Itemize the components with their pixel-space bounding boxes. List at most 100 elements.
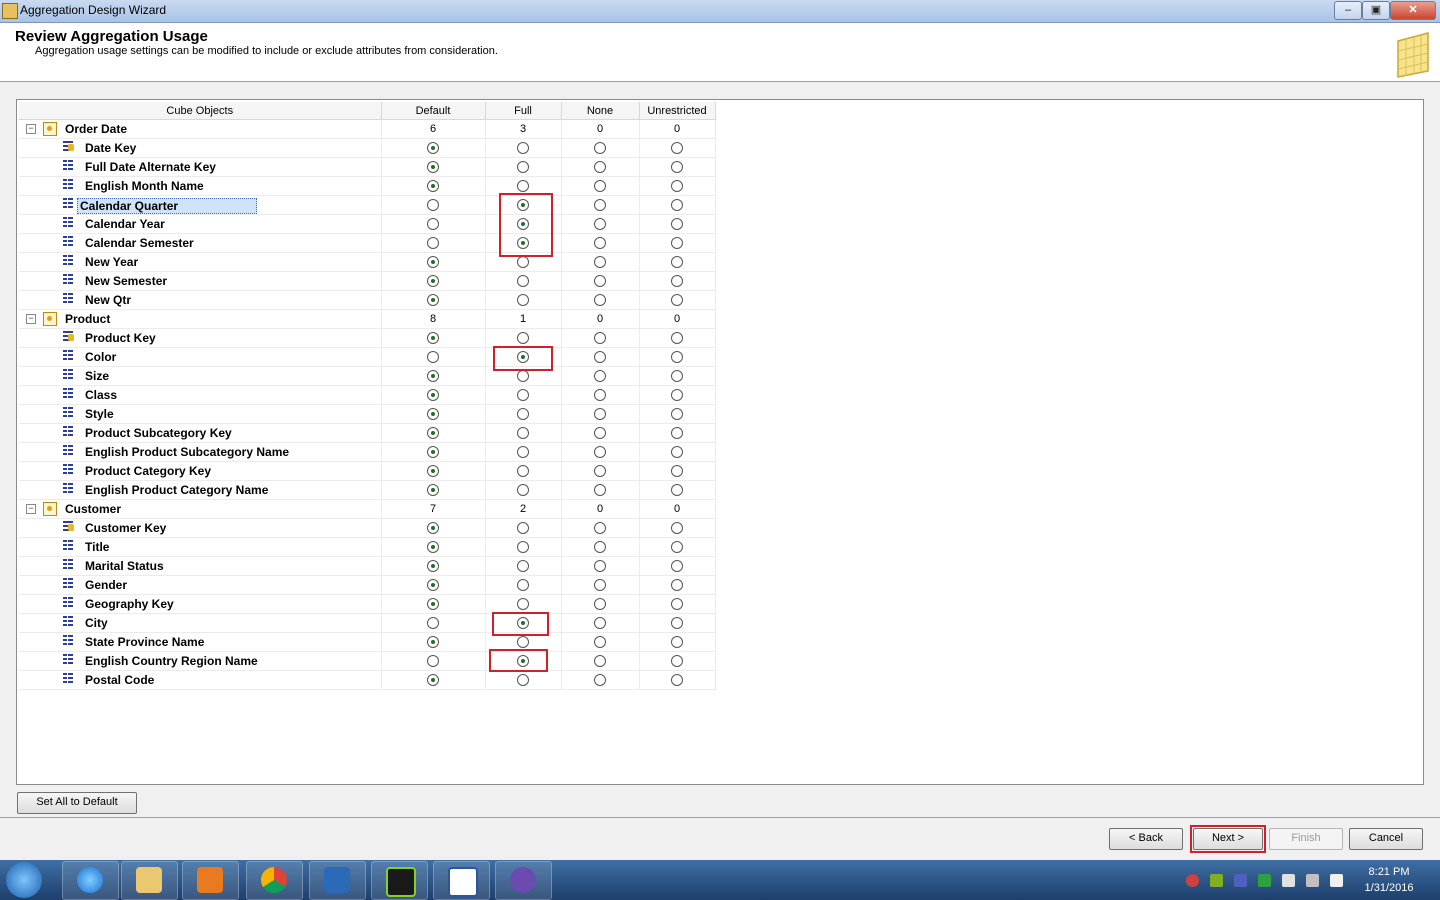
radio-none[interactable] [594,218,606,231]
radio-unrestricted[interactable] [671,446,683,459]
attribute-row-english-country-region-name[interactable]: English Country Region Name [19,651,716,671]
radio-full[interactable] [517,674,529,687]
attribute-row-calendar-quarter[interactable]: Calendar Quarter [19,195,716,215]
radio-none[interactable] [594,332,606,345]
radio-unrestricted[interactable] [671,332,683,345]
radio-unrestricted[interactable] [671,161,683,174]
set-all-default-button[interactable]: Set All to Default [17,792,137,814]
close-button[interactable]: ✕ [1390,1,1436,20]
radio-default[interactable] [427,465,439,478]
radio-default[interactable] [427,636,439,649]
radio-none[interactable] [594,237,606,250]
radio-unrestricted[interactable] [671,674,683,687]
attribute-row-calendar-year[interactable]: Calendar Year [19,214,716,234]
media-player-icon[interactable] [182,861,239,900]
radio-full[interactable] [517,522,529,535]
attribute-row-geography-key[interactable]: Geography Key [19,594,716,614]
file-explorer-icon[interactable] [121,861,178,900]
radio-unrestricted[interactable] [671,636,683,649]
radio-full[interactable] [517,484,529,497]
visual-studio-icon[interactable] [495,861,552,900]
radio-default[interactable] [427,351,439,364]
radio-default[interactable] [427,199,439,212]
column-header-full[interactable]: Full [485,102,562,120]
start-orb[interactable] [6,862,42,898]
radio-unrestricted[interactable] [671,199,683,212]
radio-none[interactable] [594,674,606,687]
attribute-row-marital-status[interactable]: Marital Status [19,556,716,576]
dimension-row-customer[interactable]: − Customer 7 2 0 0 [19,499,716,519]
radio-unrestricted[interactable] [671,484,683,497]
radio-default[interactable] [427,256,439,269]
column-header-unrestricted[interactable]: Unrestricted [639,102,716,120]
radio-none[interactable] [594,579,606,592]
column-header-default[interactable]: Default [381,102,486,120]
radio-unrestricted[interactable] [671,598,683,611]
radio-default[interactable] [427,617,439,630]
radio-unrestricted[interactable] [671,408,683,421]
radio-none[interactable] [594,522,606,535]
aggregation-usage-grid[interactable]: Cube Objects Default Full None Unrestric… [16,99,1424,785]
radio-none[interactable] [594,389,606,402]
finish-button[interactable]: Finish [1269,828,1343,850]
attribute-row-new-semester[interactable]: New Semester [19,271,716,291]
radio-full[interactable] [517,465,529,478]
radio-none[interactable] [594,617,606,630]
radio-default[interactable] [427,408,439,421]
chrome-icon[interactable] [246,861,303,900]
attribute-row-title[interactable]: Title [19,537,716,557]
dimension-row-product[interactable]: − Product 8 1 0 0 [19,309,716,329]
radio-unrestricted[interactable] [671,180,683,193]
attribute-row-english-product-category-name[interactable]: English Product Category Name [19,480,716,500]
radio-default[interactable] [427,294,439,307]
radio-full[interactable] [517,161,529,174]
cancel-button[interactable]: Cancel [1349,828,1423,850]
attribute-row-color[interactable]: Color [19,347,716,367]
radio-none[interactable] [594,446,606,459]
radio-full[interactable] [517,142,529,155]
radio-default[interactable] [427,674,439,687]
attribute-row-new-year[interactable]: New Year [19,252,716,272]
radio-unrestricted[interactable] [671,579,683,592]
radio-full[interactable] [517,180,529,193]
radio-none[interactable] [594,180,606,193]
sync-tray-icon[interactable] [1234,874,1247,887]
radio-full[interactable] [517,370,529,383]
radio-default[interactable] [427,541,439,554]
attribute-row-style[interactable]: Style [19,404,716,424]
radio-none[interactable] [594,484,606,497]
attribute-row-product-subcategory-key[interactable]: Product Subcategory Key [19,423,716,443]
attribute-row-gender[interactable]: Gender [19,575,716,595]
radio-none[interactable] [594,351,606,364]
battery-icon[interactable] [1282,874,1295,887]
attribute-row-class[interactable]: Class [19,385,716,405]
attribute-row-new-qtr[interactable]: New Qtr [19,290,716,310]
attribute-row-city[interactable]: City [19,613,716,633]
radio-default[interactable] [427,332,439,345]
collapse-icon[interactable]: − [26,124,36,134]
radio-unrestricted[interactable] [671,427,683,440]
column-header-cube-objects[interactable]: Cube Objects [19,102,382,120]
radio-none[interactable] [594,294,606,307]
attribute-row-calendar-semester[interactable]: Calendar Semester [19,233,716,253]
radio-full[interactable] [517,294,529,307]
radio-none[interactable] [594,560,606,573]
radio-default[interactable] [427,655,439,668]
radio-default[interactable] [427,218,439,231]
attribute-row-date-key[interactable]: Date Key [19,138,716,158]
sql-dev-icon[interactable] [371,861,428,900]
radio-unrestricted[interactable] [671,256,683,269]
radio-default[interactable] [427,161,439,174]
attribute-row-size[interactable]: Size [19,366,716,386]
radio-default[interactable] [427,275,439,288]
radio-none[interactable] [594,142,606,155]
network-alert-icon[interactable] [1186,874,1199,887]
attribute-row-customer-key[interactable]: Customer Key [19,518,716,538]
clock[interactable]: 8:21 PM 1/31/2016 [1355,864,1423,896]
radio-unrestricted[interactable] [671,275,683,288]
radio-none[interactable] [594,636,606,649]
radio-full[interactable] [517,560,529,573]
radio-none[interactable] [594,465,606,478]
radio-none[interactable] [594,408,606,421]
internet-explorer-icon[interactable] [62,861,119,900]
